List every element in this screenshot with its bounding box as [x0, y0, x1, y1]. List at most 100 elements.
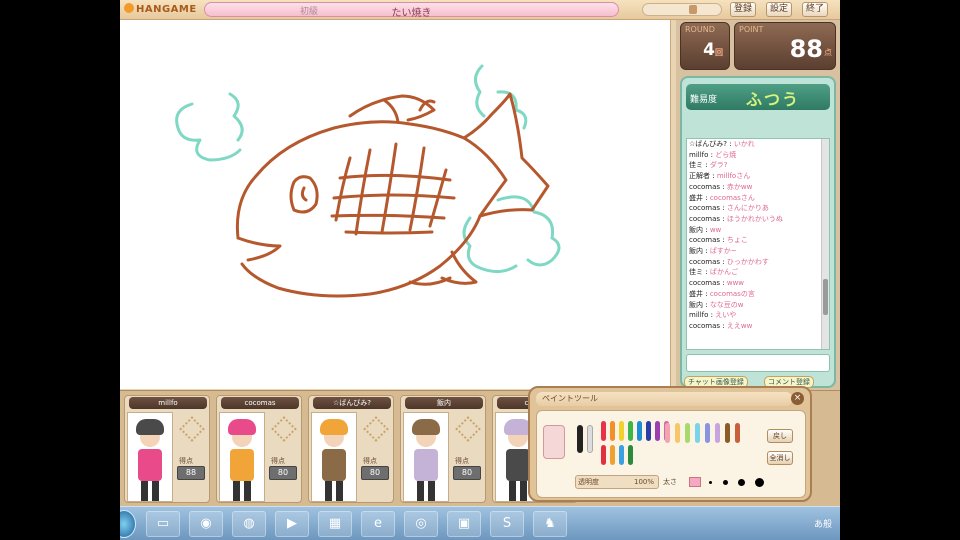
size-3-icon[interactable]: [737, 478, 745, 486]
clear-button[interactable]: 全消し: [767, 451, 793, 465]
color-pen[interactable]: [735, 423, 740, 443]
media-icon[interactable]: ▶: [275, 511, 309, 537]
round-number: 4: [703, 40, 715, 60]
line-icon[interactable]: ◍: [232, 511, 266, 537]
color-pen[interactable]: [725, 423, 730, 443]
hangame-logo: HANGAME: [124, 3, 197, 15]
opacity-slider[interactable]: 透明度 100%: [575, 475, 659, 489]
chat-message: 飯内 : なな豆のw: [689, 300, 744, 309]
avatar-body: [414, 449, 438, 481]
color-pen[interactable]: [715, 423, 720, 443]
eraser-icon[interactable]: [543, 425, 565, 459]
pen-white[interactable]: [587, 425, 593, 453]
player-card[interactable]: 飯内 得点 80: [400, 395, 486, 503]
player-name: 飯内: [405, 397, 483, 409]
player-card[interactable]: cocomas 得点 80: [216, 395, 302, 503]
pen-black[interactable]: [577, 425, 583, 453]
camera-icon[interactable]: ◉: [189, 511, 223, 537]
color-pen[interactable]: [665, 423, 670, 443]
avatar-leg: [325, 481, 332, 501]
color-pen[interactable]: [619, 445, 624, 465]
chat-text: ダラ?: [709, 161, 728, 170]
start-button[interactable]: [120, 510, 136, 538]
player-card[interactable]: ☆ばんびみ? 得点 80: [308, 395, 394, 503]
system-tray[interactable]: あ般: [814, 517, 832, 530]
paint-tool-title[interactable]: ペイントツール: [536, 392, 792, 406]
chat-text: ええww: [726, 321, 753, 330]
folder-icon[interactable]: ▭: [146, 511, 180, 537]
app-icon[interactable]: ▣: [447, 511, 481, 537]
color-pen[interactable]: [637, 421, 642, 441]
avatar-leg: [233, 481, 240, 501]
chrome-icon[interactable]: ◎: [404, 511, 438, 537]
chat-text: ひっかかわす: [726, 257, 769, 266]
player-name: cocomas: [221, 397, 299, 409]
game-icon[interactable]: ♞: [533, 511, 567, 537]
chat-user: 盛井: [689, 193, 703, 202]
chat-message: 佳ミ : ダラ?: [689, 161, 728, 170]
color-pen[interactable]: [646, 421, 651, 441]
player-card[interactable]: millfo 得点 88: [124, 395, 210, 503]
color-pen[interactable]: [610, 445, 615, 465]
chat-message: cocomas : ちょこ: [689, 236, 748, 245]
color-pen[interactable]: [610, 421, 615, 441]
chat-user: cocomas: [689, 182, 721, 191]
color-pen[interactable]: [628, 445, 633, 465]
ornament-icon: [455, 416, 481, 442]
size-2-icon[interactable]: [722, 479, 728, 485]
points-unit: 点: [824, 48, 832, 57]
close-icon[interactable]: ×: [791, 392, 804, 405]
player-score-label: 得点: [363, 457, 377, 465]
color-pen[interactable]: [695, 423, 700, 443]
register-button[interactable]: 登録: [730, 2, 757, 17]
color-pen[interactable]: [705, 423, 710, 443]
player-score-label: 得点: [179, 457, 193, 465]
paint-tool-window: ペイントツール × 戻し 全消し 透明度 100% 太さ: [528, 386, 812, 502]
chat-message: cocomas : 赤かww: [689, 182, 753, 191]
chat-input[interactable]: [686, 354, 830, 372]
avatar-leg: [244, 481, 251, 501]
color-pen[interactable]: [601, 445, 606, 465]
brush-size-row: 太さ: [663, 475, 765, 489]
chat-text: millfoさん: [716, 172, 751, 181]
chat-message: millfo : えいや: [689, 311, 737, 320]
points-value: 88: [789, 35, 823, 63]
drawing-canvas[interactable]: [120, 20, 671, 389]
chat-text: ちょこ: [726, 236, 748, 245]
word-box: 初級 たい焼き: [204, 2, 619, 19]
avatar-hair: [320, 419, 348, 435]
exit-button[interactable]: 終了: [802, 2, 829, 17]
chat-text: ww: [709, 225, 722, 234]
ie-icon[interactable]: e: [361, 511, 395, 537]
chat-user: 盛井: [689, 289, 703, 298]
chat-message: cocomas : www: [689, 279, 745, 288]
color-pen[interactable]: [685, 423, 690, 443]
avatar-leg: [141, 481, 148, 501]
chat-user: 佳ミ: [689, 161, 703, 170]
undo-button[interactable]: 戻し: [767, 429, 793, 443]
settings-button[interactable]: 設定: [766, 2, 793, 17]
avatar-hair: [136, 419, 164, 435]
color-pen[interactable]: [628, 421, 633, 441]
grid-icon[interactable]: ▦: [318, 511, 352, 537]
scroll-thumb[interactable]: [823, 279, 828, 315]
chat-scrollbar[interactable]: [821, 139, 829, 349]
color-pen[interactable]: [655, 421, 660, 441]
color-pen[interactable]: [601, 421, 606, 441]
chat-log[interactable]: ☆ばんびみ? : いかれ millfo : どら焼 佳ミ : ダラ? 正解者 : mi…: [686, 138, 830, 350]
avatar-leg: [509, 481, 516, 501]
skype-icon[interactable]: S: [490, 511, 524, 537]
avatar-hair: [412, 419, 440, 435]
size-1-icon[interactable]: [709, 480, 713, 484]
color-pen[interactable]: [675, 423, 680, 443]
player-info: 得点 80: [267, 412, 301, 502]
avatar-body: [230, 449, 254, 481]
size-4-icon[interactable]: [755, 477, 765, 487]
player-avatar: [127, 412, 173, 502]
chat-user: millfo: [689, 311, 709, 320]
color-pen[interactable]: [619, 421, 624, 441]
chat-text: ほうかれかいうぬ: [726, 214, 783, 223]
chat-text: ぱかんご: [709, 268, 738, 277]
volume-slider[interactable]: [642, 3, 722, 16]
volume-knob[interactable]: [689, 5, 697, 14]
